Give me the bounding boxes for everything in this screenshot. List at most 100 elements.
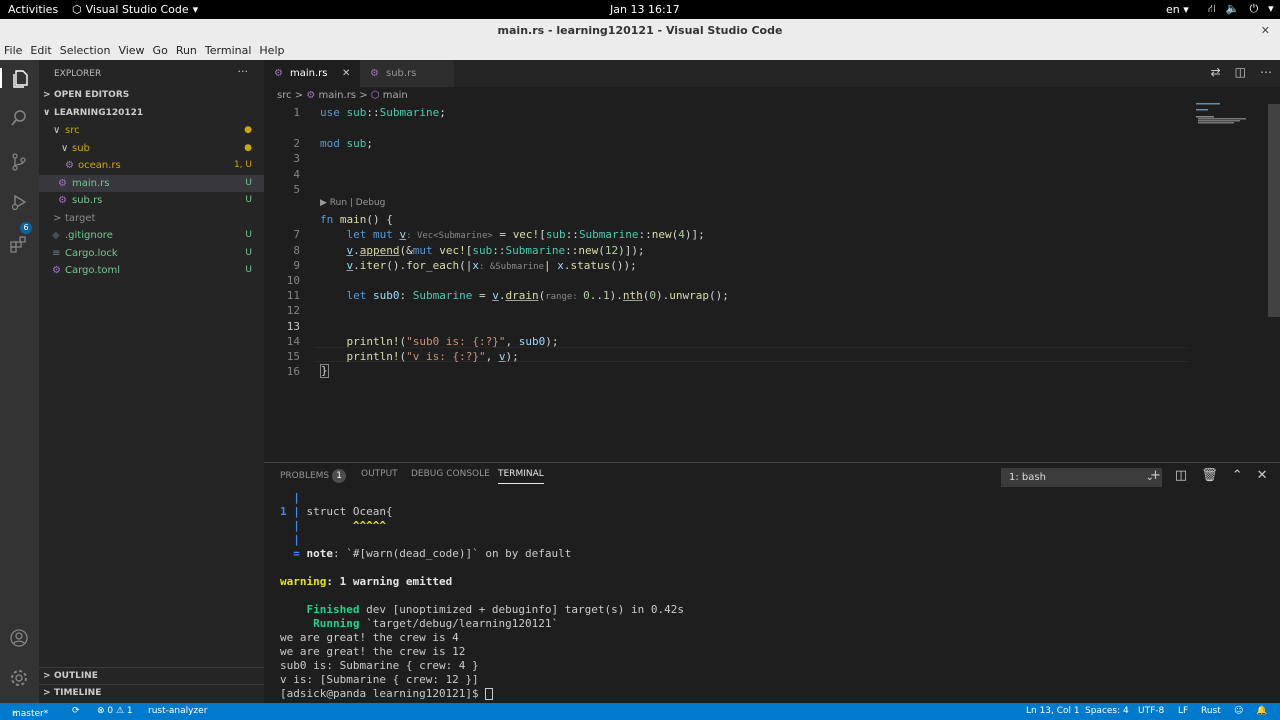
menu-run[interactable]: Run	[172, 43, 201, 60]
scm-badge: 6	[20, 222, 32, 234]
tab-main-rs[interactable]: ⚙ main.rs ✕	[264, 60, 360, 87]
tab-terminal[interactable]: TERMINAL	[498, 469, 544, 484]
rust-file-icon: ⚙	[370, 68, 379, 79]
line-number: 15	[286, 350, 300, 363]
tree-item-label: Cargo.toml	[65, 265, 121, 276]
rust-file-icon: ⚙	[306, 90, 316, 101]
close-icon[interactable]: ✕	[1257, 468, 1268, 483]
source-control-icon[interactable]	[9, 152, 29, 172]
code-token: ,	[485, 350, 499, 363]
inlay-hint: : &Submarine	[478, 262, 545, 272]
cursor-position[interactable]: Ln 13, Col 1	[1026, 706, 1080, 716]
code-token: mod	[320, 137, 347, 150]
breadcrumb-file[interactable]: main.rs	[319, 90, 357, 101]
activity-bar: 6	[0, 60, 39, 703]
code-token: (|	[459, 259, 473, 272]
tab-sub-rs[interactable]: ⚙ sub.rs	[360, 60, 454, 87]
tree-item-target[interactable]: > target	[39, 210, 264, 227]
window-close-button[interactable]: ✕	[1261, 19, 1270, 43]
notifications-bell-icon[interactable]: 🔔	[1256, 706, 1267, 716]
tree-item-ocean-rs[interactable]: ⚙ ocean.rs 1, U	[39, 157, 264, 174]
code-token: Submarine	[412, 289, 473, 302]
code-token: status	[570, 259, 611, 272]
breadcrumb[interactable]: src > ⚙ main.rs > ⬡ main	[277, 90, 408, 101]
rust-analyzer-status[interactable]: rust-analyzer	[148, 706, 207, 716]
end-of-line[interactable]: LF	[1178, 706, 1188, 716]
outline-label: OUTLINE	[54, 671, 98, 681]
terminal-line: |	[280, 491, 300, 504]
run-debug-icon[interactable]	[9, 192, 29, 212]
terminal-token: `target/debug/learning120121`	[359, 617, 559, 630]
new-terminal-icon[interactable]: +	[1150, 468, 1161, 483]
tab-problems[interactable]: PROBLEMS 1	[280, 469, 347, 483]
search-icon[interactable]	[9, 108, 29, 128]
app-menu[interactable]: ⬡ Visual Studio Code ▾	[72, 3, 198, 16]
maximize-panel-icon[interactable]: ⌃	[1232, 468, 1243, 483]
line-number: 11	[286, 289, 300, 302]
explorer-icon[interactable]	[0, 68, 39, 88]
split-terminal-icon[interactable]: ◫	[1175, 468, 1187, 483]
terminal-selector[interactable]: 1: bash ⌄	[1001, 468, 1162, 487]
system-tray[interactable]: ⛙ 🔈 ⏻ ▾	[1208, 2, 1274, 17]
terminal-token: warning	[280, 575, 327, 588]
trash-icon[interactable]: 🗑	[1201, 468, 1218, 483]
breadcrumb-src[interactable]: src	[277, 90, 292, 101]
terminal-token: Running	[280, 617, 360, 630]
activities-button[interactable]: Activities	[8, 3, 58, 16]
terminal-line: = note: `#[warn(dead_code)]` on by defau…	[280, 547, 571, 561]
open-changes-icon[interactable]: ⇄	[1211, 65, 1221, 79]
code-token: )]);	[618, 244, 645, 257]
menu-go[interactable]: Go	[149, 43, 172, 60]
more-actions-icon[interactable]: ⋯	[1260, 65, 1272, 79]
menu-file[interactable]: File	[0, 43, 26, 60]
tab-output[interactable]: OUTPUT	[361, 469, 398, 479]
code-token: ::	[492, 244, 506, 257]
menu-view[interactable]: View	[114, 43, 148, 60]
tree-item-gitignore[interactable]: ◆ .gitignore U	[39, 227, 264, 244]
code-token: x	[557, 259, 564, 272]
code-token: .	[563, 259, 571, 272]
sync-icon[interactable]: ⟳	[72, 706, 80, 716]
menu-help[interactable]: Help	[255, 43, 288, 60]
settings-gear-icon[interactable]	[9, 668, 29, 688]
menu-terminal[interactable]: Terminal	[201, 43, 256, 60]
indentation[interactable]: Spaces: 4	[1085, 706, 1129, 716]
tab-debug-console[interactable]: DEBUG CONSOLE	[411, 469, 490, 479]
project-section[interactable]: ∨ LEARNING120121	[39, 105, 264, 122]
editor-scrollbar-thumb[interactable]	[1268, 104, 1280, 317]
code-token: for_each	[406, 259, 460, 272]
open-editors-section[interactable]: > OPEN EDITORS	[39, 87, 264, 104]
feedback-icon[interactable]: ☺	[1234, 706, 1243, 716]
tree-item-sub[interactable]: ∨ sub ●	[39, 140, 264, 157]
account-icon[interactable]	[9, 628, 29, 648]
code-lens-run-debug[interactable]: ▶ Run | Debug	[320, 198, 385, 208]
code-line: v.iter().for_each(|x: &Submarine| x.stat…	[320, 258, 637, 273]
tree-item-cargo-toml[interactable]: ⚙ Cargo.toml U	[39, 262, 264, 279]
timeline-section[interactable]: > TIMELINE	[39, 684, 264, 701]
more-actions-icon[interactable]: ···	[238, 65, 249, 78]
line-number: 5	[293, 183, 300, 196]
breadcrumb-function[interactable]: main	[383, 90, 408, 101]
problems-indicator[interactable]: ⊗ 0 ⚠ 1	[97, 706, 133, 716]
minimap[interactable]	[1190, 87, 1280, 460]
code-token: ());	[610, 259, 637, 272]
tree-item-main-rs[interactable]: ⚙ main.rs U	[39, 175, 264, 192]
language-mode[interactable]: Rust	[1201, 706, 1221, 716]
code-token: .	[353, 259, 360, 272]
tree-item-src[interactable]: ∨ src ●	[39, 122, 264, 139]
code-token: 4	[678, 228, 685, 241]
encoding[interactable]: UTF-8	[1138, 706, 1164, 716]
code-token: fn	[320, 213, 340, 226]
menu-edit[interactable]: Edit	[26, 43, 55, 60]
keyboard-language[interactable]: en ▾	[1166, 3, 1189, 16]
split-editor-icon[interactable]: ◫	[1235, 65, 1246, 79]
menu-selection[interactable]: Selection	[56, 43, 115, 60]
extensions-icon[interactable]	[9, 234, 29, 254]
tree-item-sub-rs[interactable]: ⚙ sub.rs U	[39, 192, 264, 209]
outline-section[interactable]: > OUTLINE	[39, 667, 264, 684]
code-line: let mut v: Vec<Submarine> = vec![sub::Su…	[320, 227, 704, 242]
clock[interactable]: Jan 13 16:17	[610, 3, 680, 16]
tree-item-cargo-lock[interactable]: ≡ Cargo.lock U	[39, 245, 264, 262]
close-icon[interactable]: ✕	[342, 60, 350, 87]
